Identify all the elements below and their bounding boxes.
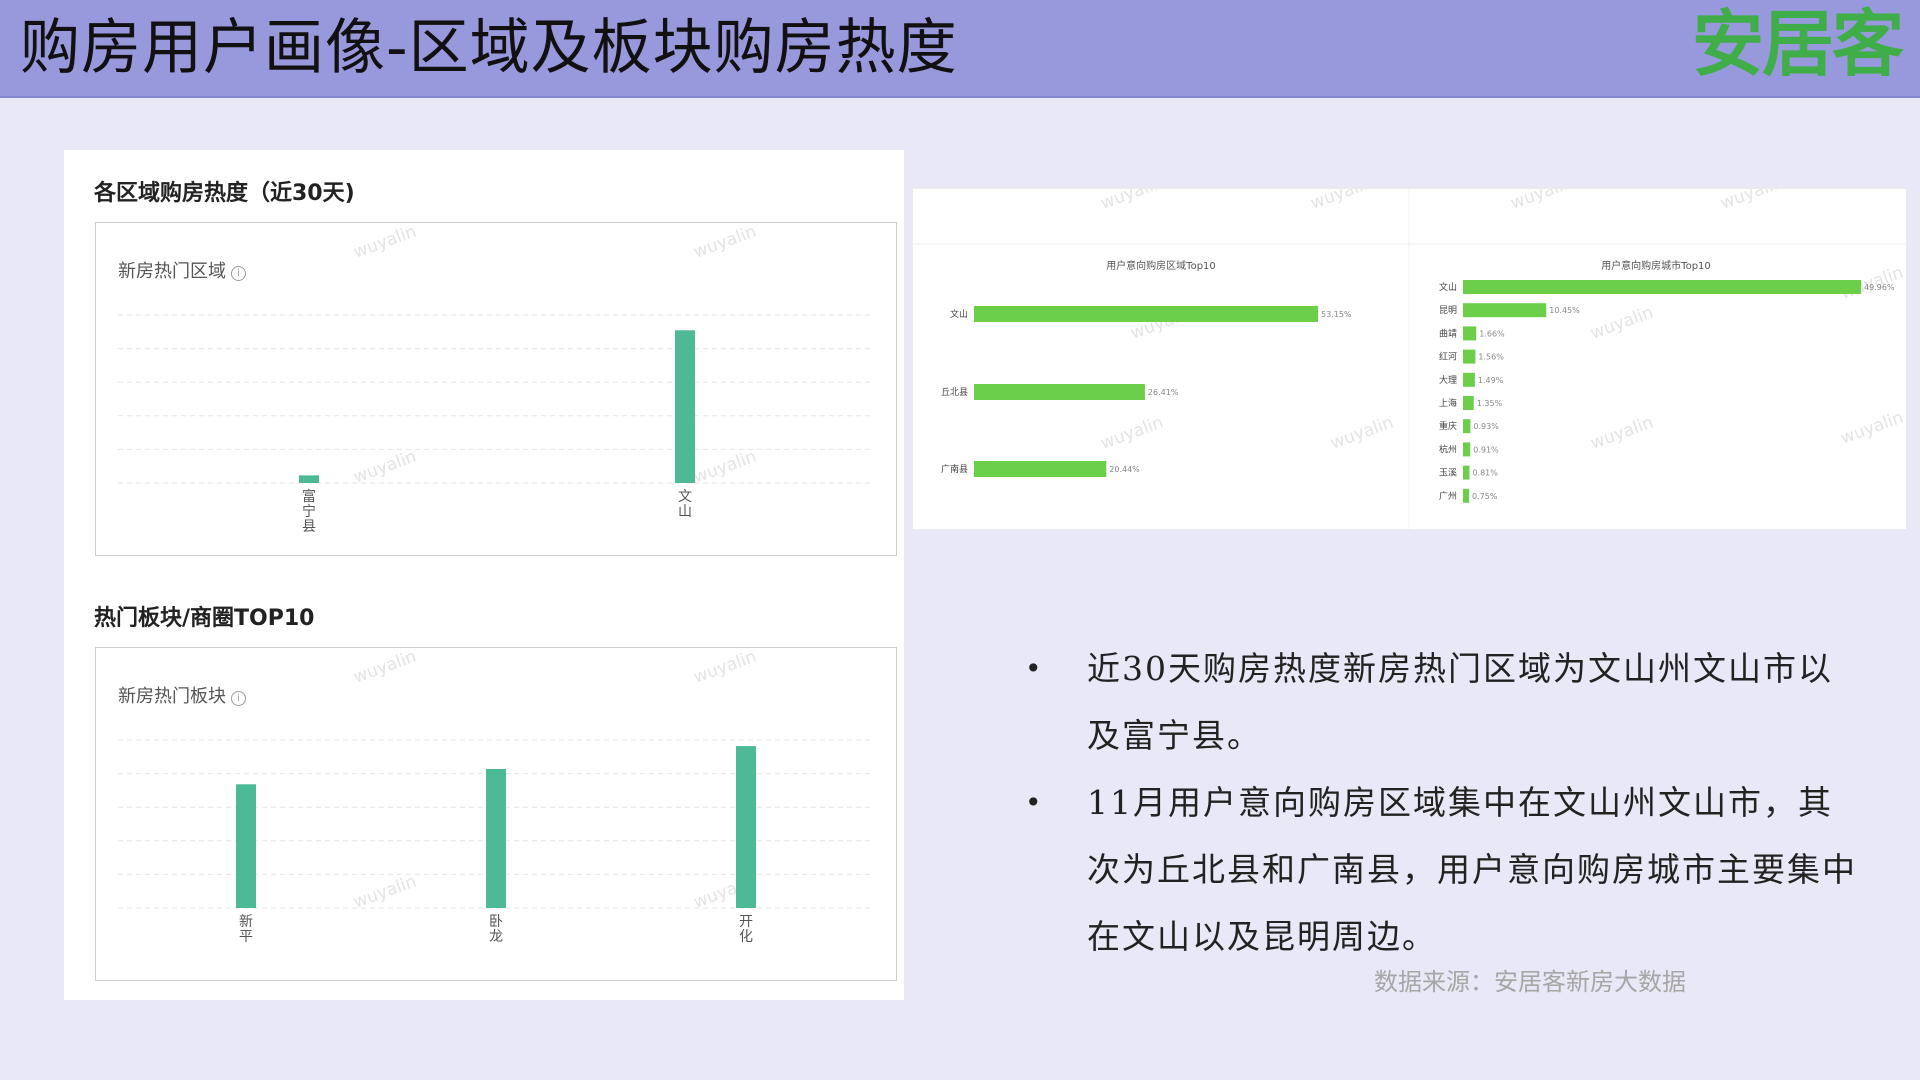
watermark-text: wuyalin [691, 223, 759, 263]
data-label: 0.75% [1472, 492, 1498, 501]
bar [1463, 349, 1476, 364]
y-tick-label: 广州 [1439, 490, 1457, 502]
bar [299, 475, 319, 483]
bar [1463, 465, 1470, 480]
y-tick-label: 玉溪 [1439, 467, 1457, 479]
bar [974, 461, 1107, 477]
data-label: 0.91% [1473, 445, 1499, 454]
watermark-text: wuyalin [1838, 408, 1906, 449]
bullet-text: 11月用户意向购房区域集中在文山州文山市，其次为丘北县和广南县，用户意向购房城市… [1087, 783, 1857, 956]
bullet-text: 近30天购房热度新房热门区域为文山州文山市以及富宁县。 [1087, 649, 1833, 755]
data-label: 49.96% [1864, 283, 1895, 292]
data-label: 1.66% [1479, 329, 1505, 338]
watermark-text: wuyalin [1718, 189, 1786, 214]
bar [1463, 372, 1475, 387]
watermark-text: wuyalin [1098, 189, 1166, 214]
chart-title: 用户意向购房城市Top10 [1601, 259, 1711, 272]
watermark-text: wuyalin [691, 447, 759, 488]
bar [1463, 280, 1861, 294]
block-chart-subtitle: 新房热门板块 i [118, 682, 246, 708]
region-chart-subtitle-text: 新房热门区域 [118, 261, 226, 282]
bar [974, 384, 1145, 400]
bar [1463, 488, 1469, 503]
bar [1463, 326, 1477, 341]
y-tick-label: 重庆 [1439, 420, 1457, 432]
data-label: 1.35% [1477, 399, 1503, 408]
bar [1463, 303, 1547, 318]
watermark-text: wuyalin [1308, 189, 1376, 214]
data-label: 0.81% [1472, 469, 1498, 478]
bar [736, 746, 756, 908]
x-tick-label: 文山 [678, 489, 692, 520]
y-tick-label: 红河 [1439, 351, 1457, 363]
y-tick-label: 广南县 [941, 463, 968, 475]
region-chart-subtitle: 新房热门区域 i [118, 257, 246, 283]
x-tick-label: 卧龙 [489, 914, 503, 945]
watermark-text: wuyalin [691, 648, 759, 688]
y-tick-label: 曲靖 [1439, 327, 1457, 339]
watermark-text: wuyalin [351, 447, 419, 488]
bar [1463, 419, 1471, 434]
y-tick-label: 文山 [1439, 281, 1457, 293]
region-chart-box: wuyalin wuyalin wuyalin wuyalin 富宁县 文山 新房热门区域… [95, 222, 897, 556]
data-label: 1.49% [1478, 376, 1504, 385]
summary-bullets: • 近30天购房热度新房热门区域为文山州文山市以及富宁县。 • 11月用户意向购… [1025, 635, 1865, 970]
bar [1463, 396, 1474, 410]
watermark-text: wuyalin [351, 872, 419, 913]
data-label: 53.15% [1321, 310, 1352, 319]
bullet-dot: • [1025, 652, 1044, 685]
x-tick-label: 新平 [239, 914, 253, 945]
anjuke-logo: 安居客 [1691, 2, 1904, 86]
bullet-item: • 11月用户意向购房区域集中在文山州文山市，其次为丘北县和广南县，用户意向购房… [1025, 769, 1865, 970]
data-label: 1.56% [1478, 353, 1504, 362]
header-bar: 购房用户画像-区域及板块购房热度 安居客 [0, 0, 1920, 98]
watermark-text: wuyalin [1328, 413, 1396, 454]
data-label: 0.93% [1473, 422, 1499, 431]
block-chart-box: wuyalin wuyalin wuyalin wuyalin 新平 卧龙 开化 新房热门板… [95, 647, 897, 981]
watermark-text: wuyalin [351, 648, 419, 688]
data-label: 10.45% [1549, 306, 1580, 315]
y-tick-label: 杭州 [1439, 443, 1457, 455]
data-label: 20.44% [1109, 465, 1140, 474]
watermark-text: wuyalin [1588, 413, 1656, 454]
watermark-text: wuyalin [1098, 413, 1166, 454]
bullet-item: • 近30天购房热度新房热门区域为文山州文山市以及富宁县。 [1025, 635, 1865, 769]
y-tick-label: 文山 [950, 308, 968, 320]
data-source-note: 数据来源：安居客新房大数据 [1374, 968, 1686, 996]
watermark-text: wuyalin [1588, 303, 1656, 344]
intent-charts: wuyalin wuyalin wuyalin wuyalin wuyalin wuyal… [913, 173, 1906, 529]
block-chart-subtitle-text: 新房热门板块 [118, 686, 226, 707]
bullet-dot: • [1025, 786, 1044, 819]
x-tick-label: 开化 [739, 914, 753, 945]
section-title-region-heat: 各区域购房热度（近30天) [94, 181, 355, 206]
intent-charts-panel: wuyalin wuyalin wuyalin wuyalin wuyalin wuyal… [912, 173, 1907, 530]
section-title-hot-blocks: 热门板块/商圈TOP10 [94, 606, 315, 631]
bar [974, 306, 1318, 322]
bar [486, 769, 506, 908]
watermark-text: wuyalin [1508, 189, 1576, 214]
watermark-text: wuyalin [351, 223, 419, 263]
chart-title: 用户意向购房区域Top10 [1106, 259, 1216, 272]
bar [1463, 442, 1471, 457]
info-circle-icon[interactable]: i [231, 691, 246, 706]
y-tick-label: 丘北县 [941, 387, 968, 398]
bar [675, 330, 695, 483]
left-panel: 各区域购房热度（近30天) wuyalin wuyalin wuyalin wuyal… [64, 150, 904, 1000]
data-label: 26.41% [1148, 388, 1179, 397]
y-tick-label: 昆明 [1439, 305, 1457, 316]
page-title: 购房用户画像-区域及板块购房热度 [20, 13, 958, 83]
y-tick-label: 大理 [1439, 374, 1457, 386]
x-tick-label: 富宁县 [302, 488, 316, 535]
info-circle-icon[interactable]: i [231, 266, 246, 281]
y-tick-label: 上海 [1439, 397, 1457, 409]
bar [236, 784, 256, 908]
